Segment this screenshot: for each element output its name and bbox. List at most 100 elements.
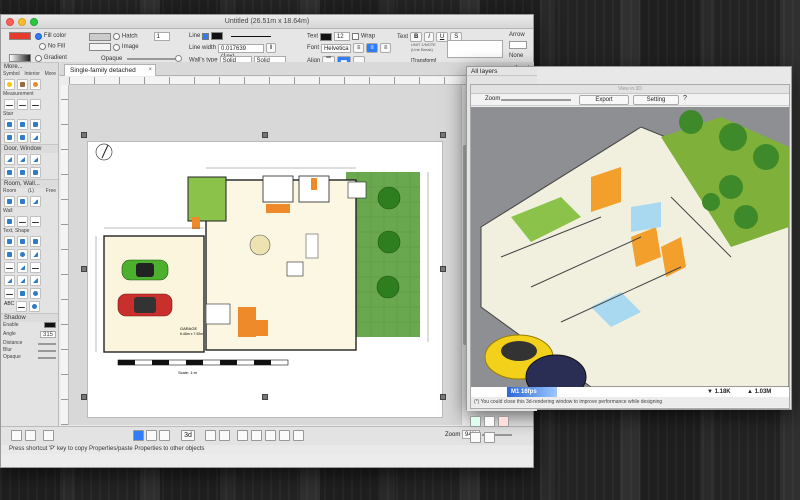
box-icon[interactable] xyxy=(30,79,41,90)
arrow-none-select[interactable]: None xyxy=(509,53,527,59)
stair-l-icon[interactable] xyxy=(17,119,28,130)
selection-handle-mr[interactable] xyxy=(440,266,446,272)
undo-icon[interactable] xyxy=(205,430,216,441)
outline-view-icon[interactable] xyxy=(25,430,36,441)
selection-handle-bm[interactable] xyxy=(262,394,268,400)
close-window-button[interactable] xyxy=(6,18,14,26)
minimize-window-button[interactable] xyxy=(18,18,26,26)
floor-plan-drawing[interactable]: GARAGE 6.46m x 7.92m Scale: 1:m xyxy=(88,142,444,419)
rect-shape-icon[interactable] xyxy=(17,236,28,247)
door-window-header[interactable]: Door, Window xyxy=(1,144,58,153)
font-size-select[interactable]: 12 xyxy=(333,32,350,41)
ellipse-shape-icon[interactable] xyxy=(30,288,41,299)
magnet-icon[interactable] xyxy=(159,430,170,441)
selection-handle-tm[interactable] xyxy=(262,132,268,138)
page-view-icon[interactable] xyxy=(43,430,54,441)
line-width-select[interactable]: 0.017639 (1px) xyxy=(217,43,264,60)
image-radio[interactable] xyxy=(112,43,120,51)
line-shape-icon[interactable] xyxy=(4,262,15,273)
layer-visibility-icon[interactable] xyxy=(484,432,495,443)
zoom-window-button[interactable] xyxy=(30,18,38,26)
zoom-fit-icon[interactable] xyxy=(293,430,304,441)
bubble-shape-icon[interactable] xyxy=(29,301,41,312)
image-shape-icon[interactable] xyxy=(4,236,15,247)
layer-lock-icon[interactable] xyxy=(470,432,481,443)
align-left-button[interactable]: ≡ xyxy=(352,43,365,53)
drawing-canvas[interactable]: GARAGE 6.46m x 7.92m Scale: 1:m xyxy=(69,85,461,425)
text-content-input[interactable] xyxy=(447,40,503,58)
library-more-header[interactable]: More... xyxy=(1,62,58,71)
window-bay-icon[interactable] xyxy=(30,167,41,178)
arrow-shape-icon[interactable] xyxy=(17,262,28,273)
circle-shape-icon[interactable] xyxy=(17,249,28,260)
italic-button[interactable]: I xyxy=(424,32,434,42)
bring-front-icon[interactable] xyxy=(237,430,248,441)
door-single-icon[interactable] xyxy=(4,154,15,165)
view-3d-button[interactable]: 3d xyxy=(181,430,195,441)
line-cap-button[interactable]: ‖ xyxy=(265,43,277,53)
layer-delete-icon[interactable] xyxy=(498,416,509,427)
setting-button[interactable]: Setting xyxy=(633,95,679,105)
interior-label[interactable]: Interior xyxy=(24,71,40,78)
wrap-checkbox[interactable] xyxy=(351,33,359,40)
shadow-angle-input[interactable]: 315 xyxy=(40,331,56,338)
hatch-count-select[interactable]: 1 xyxy=(153,32,170,41)
more-label[interactable]: More xyxy=(45,71,56,78)
wall-straight-icon[interactable] xyxy=(4,216,15,227)
rounded-rect-icon[interactable] xyxy=(30,236,41,247)
stair-curve-icon[interactable] xyxy=(30,132,41,143)
shadow-header[interactable]: Shadow xyxy=(1,313,58,322)
room-rect-icon[interactable] xyxy=(4,196,15,207)
window-single-icon[interactable] xyxy=(4,167,15,178)
snap-toggle-icon[interactable] xyxy=(146,430,157,441)
shadow-opaque-slider[interactable] xyxy=(38,357,56,359)
stair-spiral-icon[interactable] xyxy=(4,132,15,143)
selection-handle-tr[interactable] xyxy=(440,132,446,138)
stair-winder-icon[interactable] xyxy=(17,132,28,143)
fill-color-swatch[interactable] xyxy=(9,32,31,40)
line-color-swatch[interactable] xyxy=(211,32,224,40)
symbol-label[interactable]: Symbol xyxy=(3,71,20,78)
gradient-radio[interactable] xyxy=(34,54,42,62)
measure-line-icon[interactable] xyxy=(4,99,15,110)
bold-button[interactable]: B xyxy=(409,32,423,42)
arrow-right-shape-icon[interactable] xyxy=(30,275,41,286)
redo-icon[interactable] xyxy=(219,430,230,441)
view-3d-zoom-slider[interactable] xyxy=(501,99,571,101)
align-right-button[interactable]: ≡ xyxy=(379,43,392,53)
photo-shape-icon[interactable] xyxy=(4,249,15,260)
line-style-select[interactable] xyxy=(231,35,272,37)
door-sliding-icon[interactable] xyxy=(30,154,41,165)
gradient-swatch[interactable] xyxy=(9,54,31,62)
help-button[interactable]: ? xyxy=(683,95,687,102)
stair-straight-icon[interactable] xyxy=(4,119,15,130)
wall-arc-icon[interactable] xyxy=(30,216,41,227)
arrow-style-select[interactable] xyxy=(509,41,527,49)
measure-angle-icon[interactable] xyxy=(17,99,28,110)
text-tool-label[interactable]: ABC xyxy=(4,301,14,312)
label-line-icon[interactable] xyxy=(16,301,28,312)
layer-move-icon[interactable] xyxy=(470,416,481,427)
wall-line-icon[interactable] xyxy=(17,216,28,227)
tab-single-family-home[interactable]: Single-family detached home1 × xyxy=(64,64,156,85)
measure-area-icon[interactable] xyxy=(30,99,41,110)
selection-handle-br[interactable] xyxy=(440,394,446,400)
shadow-blur-slider[interactable] xyxy=(38,350,56,352)
room-wall-header[interactable]: Room, Wall... xyxy=(1,179,58,188)
selection-handle-tl[interactable] xyxy=(81,132,87,138)
no-fill-radio[interactable] xyxy=(39,43,46,50)
shadow-color-swatch[interactable] xyxy=(44,322,56,328)
send-back-icon[interactable] xyxy=(251,430,262,441)
title-bar[interactable]: Untitled (26.51m x 18.64m) xyxy=(1,15,533,29)
tab-close-icon[interactable]: × xyxy=(148,65,152,76)
smiley-icon[interactable] xyxy=(4,79,15,90)
shadow-distance-slider[interactable] xyxy=(38,343,56,345)
font-select[interactable]: Helvetica xyxy=(320,43,351,53)
table-shape-icon[interactable] xyxy=(17,288,28,299)
image-swatch[interactable] xyxy=(89,43,111,51)
selection-handle-ml[interactable] xyxy=(81,266,87,272)
list-view-icon[interactable] xyxy=(11,430,22,441)
align-center-button[interactable]: ≡ xyxy=(366,43,378,53)
lock-icon[interactable] xyxy=(279,430,290,441)
room-free-icon[interactable] xyxy=(30,196,41,207)
